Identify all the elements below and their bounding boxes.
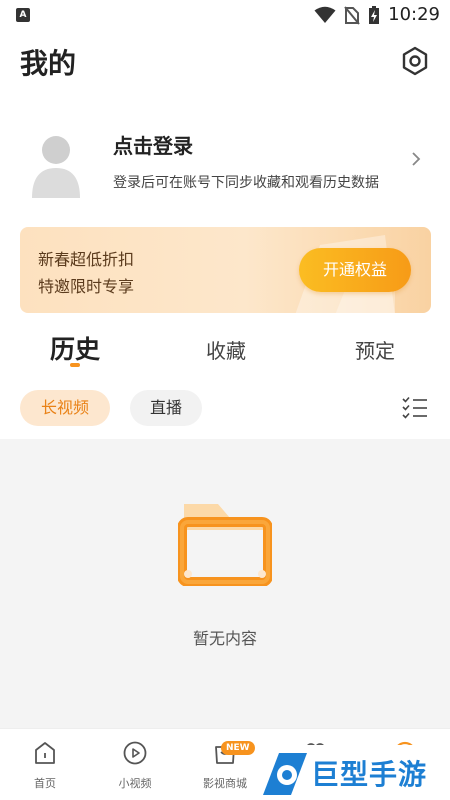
nav-label-short-video: 小视频 bbox=[118, 777, 152, 790]
empty-folder-icon bbox=[178, 504, 272, 586]
watermark: 巨型手游网 bbox=[257, 745, 450, 800]
chip-live[interactable]: 直播 bbox=[130, 390, 202, 426]
login-subtitle: 登录后可在账号下同步收藏和观看历史数据 bbox=[113, 175, 379, 191]
page-title: 我的 bbox=[20, 47, 77, 80]
activate-benefits-button[interactable]: 开通权益 bbox=[299, 248, 411, 292]
nav-label-home: 首页 bbox=[34, 777, 56, 790]
default-avatar-icon bbox=[32, 136, 80, 198]
clock: 10:29 bbox=[388, 4, 440, 25]
login-title[interactable]: 点击登录 bbox=[113, 130, 193, 159]
status-icons: 10:29 bbox=[314, 4, 440, 25]
home-icon bbox=[35, 742, 55, 764]
no-sim-icon bbox=[344, 5, 360, 25]
vip-promo-banner[interactable]: 新春超低折扣 特邀限时专享 开通权益 bbox=[20, 227, 431, 313]
promo-line-1: 新春超低折扣 bbox=[38, 250, 135, 269]
tab-favorites[interactable]: 收藏 bbox=[206, 335, 246, 364]
tab-active-indicator bbox=[70, 363, 80, 367]
battery-charging-icon bbox=[369, 5, 380, 24]
chip-long-video[interactable]: 长视频 bbox=[20, 390, 110, 426]
app-notification-icon: A bbox=[16, 8, 30, 22]
settings-icon[interactable] bbox=[399, 45, 431, 77]
wifi-icon bbox=[314, 6, 336, 23]
watermark-logo bbox=[263, 753, 307, 795]
status-bar: A 10:29 bbox=[0, 0, 450, 30]
nav-item-home[interactable]: 首页 bbox=[0, 729, 90, 800]
empty-state-text: 暂无内容 bbox=[192, 629, 257, 648]
nav-item-short-video[interactable]: 小视频 bbox=[90, 729, 180, 800]
new-badge: NEW bbox=[221, 741, 255, 755]
tab-history[interactable]: 历史 bbox=[50, 330, 100, 366]
checklist-icon[interactable] bbox=[402, 396, 428, 420]
chevron-right-icon[interactable] bbox=[410, 150, 422, 168]
watermark-text: 巨型手游网 bbox=[311, 758, 428, 800]
play-circle-icon bbox=[123, 741, 147, 765]
empty-state-area: 暂无内容 bbox=[0, 439, 450, 728]
promo-line-2: 特邀限时专享 bbox=[38, 277, 135, 296]
login-card[interactable]: 点击登录 登录后可在账号下同步收藏和观看历史数据 bbox=[0, 118, 450, 213]
tab-reservations[interactable]: 预定 bbox=[355, 335, 395, 364]
